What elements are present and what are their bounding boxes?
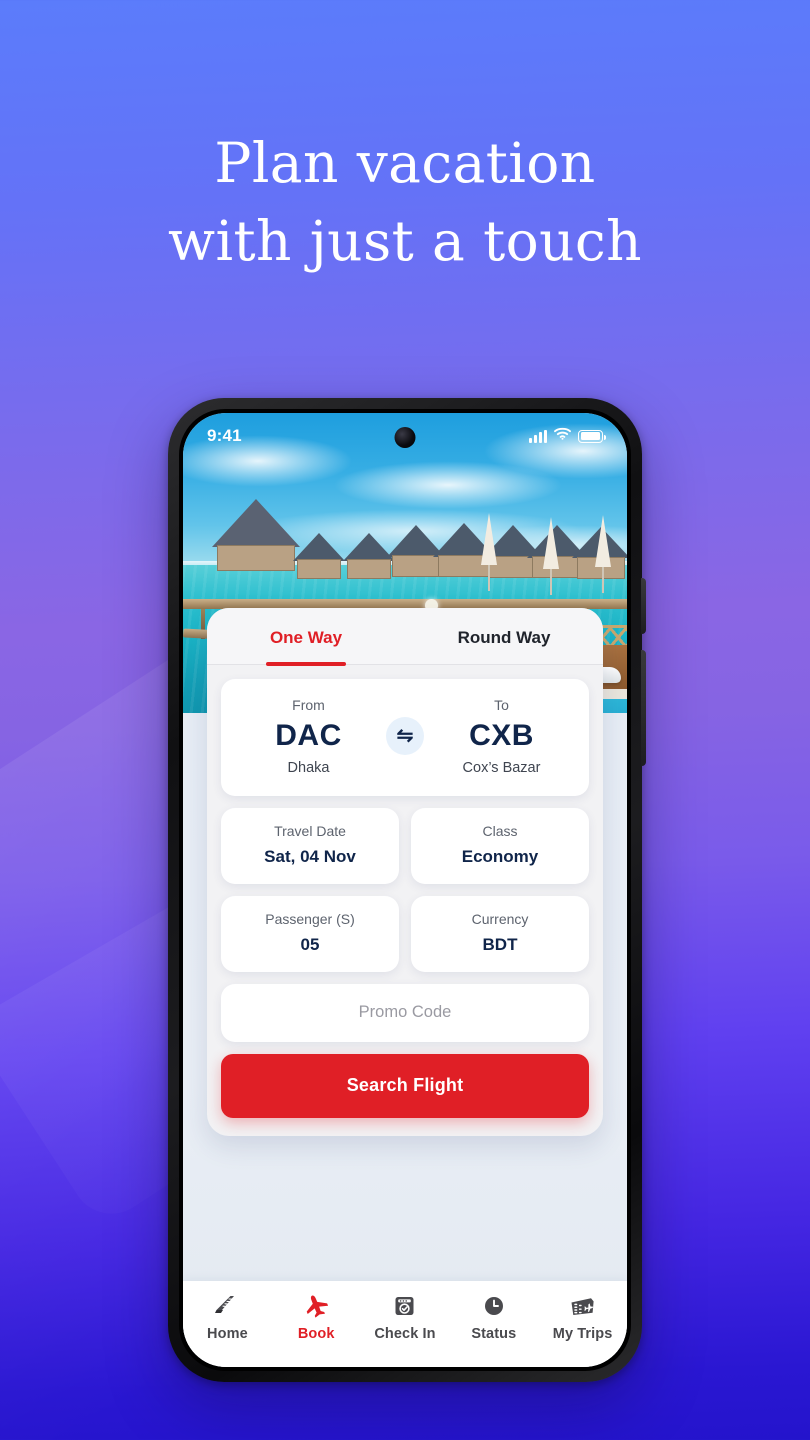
nav-label-my-trips: My Trips — [552, 1326, 613, 1342]
destination-field[interactable]: To CXB Cox’s Bazar — [424, 697, 579, 776]
wifi-icon — [554, 427, 571, 445]
origin-field[interactable]: From DAC Dhaka — [231, 697, 386, 776]
nav-label-book: Book — [297, 1326, 335, 1342]
status-bar-indicators — [529, 427, 606, 445]
trip-type-tabs: One Way Round Way — [207, 608, 603, 665]
nav-label-check-in: Check In — [374, 1326, 436, 1342]
tab-round-way[interactable]: Round Way — [405, 608, 603, 665]
destination-code: CXB — [469, 719, 534, 752]
passenger-label: Passenger (S) — [265, 910, 355, 927]
destination-label: To — [494, 697, 509, 713]
promo-code-field[interactable] — [221, 983, 589, 1042]
class-value: Economy — [461, 846, 539, 866]
nav-item-my-trips[interactable]: My Trips — [538, 1293, 627, 1342]
clock-icon — [482, 1293, 506, 1319]
booking-form-body: From DAC Dhaka ⇋ To CXB Cox’s Bazar Trav… — [207, 665, 603, 1136]
form-row-2: Passenger (S) 05 Currency BDT — [221, 895, 589, 972]
swap-icon[interactable]: ⇋ — [386, 717, 424, 756]
currency-field[interactable]: Currency BDT — [411, 895, 589, 972]
passenger-field[interactable]: Passenger (S) 05 — [221, 895, 399, 972]
airline-tailfin-icon — [214, 1293, 240, 1319]
airplane-icon — [303, 1293, 330, 1319]
headline-line-1: Plan vacation — [214, 131, 596, 195]
phone-screen: 9:41 One Way Round Way From DAC Dhaka ⇋ … — [183, 413, 627, 1367]
travel-date-value: Sat, 04 Nov — [264, 846, 356, 866]
headline-line-2: with just a touch — [168, 209, 642, 273]
travel-date-label: Travel Date — [274, 822, 346, 839]
nav-label-status: Status — [471, 1326, 517, 1342]
class-field[interactable]: Class Economy — [411, 807, 589, 884]
promo-code-input[interactable] — [221, 1003, 589, 1022]
currency-value: BDT — [482, 934, 518, 954]
front-camera — [394, 427, 416, 448]
route-card: From DAC Dhaka ⇋ To CXB Cox’s Bazar — [221, 679, 589, 796]
boarding-pass-icon — [569, 1293, 596, 1319]
origin-code: DAC — [275, 719, 342, 752]
passenger-value: 05 — [300, 934, 320, 954]
battery-full-icon — [578, 429, 606, 443]
nav-item-home[interactable]: Home — [183, 1293, 272, 1342]
check-in-kiosk-icon — [392, 1293, 417, 1319]
nav-item-book[interactable]: Book — [272, 1293, 361, 1342]
phone-bezel: 9:41 One Way Round Way From DAC Dhaka ⇋ … — [179, 409, 631, 1371]
travel-date-field[interactable]: Travel Date Sat, 04 Nov — [221, 807, 399, 884]
origin-label: From — [292, 697, 325, 713]
status-bar-time: 9:41 — [207, 426, 242, 445]
booking-form-panel: One Way Round Way From DAC Dhaka ⇋ To CX… — [207, 608, 603, 1136]
search-flight-button[interactable]: Search Flight — [221, 1053, 589, 1118]
page-title: Plan vacation with just a touch — [0, 124, 810, 280]
form-row-1: Travel Date Sat, 04 Nov Class Economy — [221, 807, 589, 884]
destination-city: Cox’s Bazar — [462, 759, 541, 776]
nav-item-status[interactable]: Status — [449, 1293, 538, 1342]
cellular-signal-icon — [529, 429, 547, 443]
tab-one-way[interactable]: One Way — [207, 608, 405, 665]
nav-label-home: Home — [207, 1326, 248, 1342]
class-label: Class — [482, 822, 518, 839]
phone-mockup: 9:41 One Way Round Way From DAC Dhaka ⇋ … — [168, 398, 646, 1382]
nav-item-check-in[interactable]: Check In — [361, 1293, 450, 1342]
bottom-navigation-bar: Home Book Check In Status My Trips — [183, 1281, 627, 1367]
phone-power-button[interactable] — [641, 650, 646, 766]
origin-city: Dhaka — [287, 759, 330, 776]
currency-label: Currency — [471, 910, 529, 927]
phone-volume-button[interactable] — [641, 578, 646, 634]
